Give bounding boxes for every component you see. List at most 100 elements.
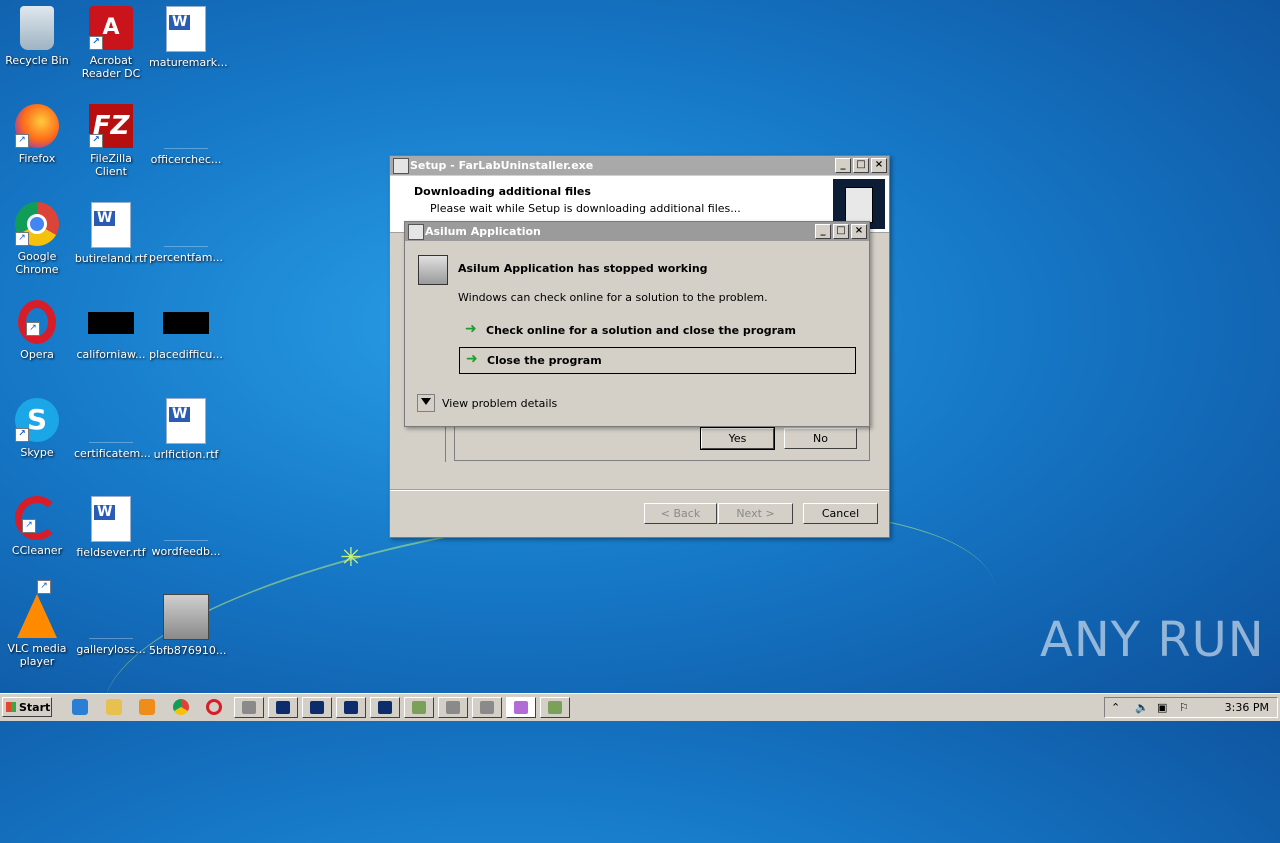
desktop-icon-label: maturemark...: [149, 56, 228, 69]
blank-file-icon: [89, 398, 133, 443]
desktop-icon-label: Opera: [20, 348, 54, 361]
maximize-button[interactable]: □: [833, 224, 849, 239]
close-button[interactable]: ×: [851, 224, 867, 239]
desktop-icon[interactable]: FZ ↗ FileZilla Client: [74, 104, 148, 178]
taskbar-item-cmd[interactable]: [370, 697, 400, 718]
desktop-icon[interactable]: percentfam...: [149, 202, 223, 264]
back-button[interactable]: < Back: [644, 503, 717, 524]
taskbar-item-cmd[interactable]: [302, 697, 332, 718]
desktop-icon[interactable]: Wmaturemark...: [149, 6, 228, 69]
desktop-icon[interactable]: ↗ VLC media player: [0, 580, 74, 668]
opera-icon: ↗: [18, 300, 56, 344]
word-doc-icon: W: [91, 496, 131, 542]
volume-icon[interactable]: 🔈: [1135, 701, 1149, 714]
ccleaner-icon: ↗: [15, 496, 59, 540]
desktop-icon-label: 5bfb876910...: [149, 644, 227, 657]
desktop-icon[interactable]: Wfieldsever.rtf: [74, 496, 148, 559]
recycle-bin-icon: [20, 6, 54, 50]
desktop-icon[interactable]: ↗ Google Chrome: [0, 202, 74, 276]
word-doc-icon: W: [166, 6, 206, 52]
error-app-large-icon: [418, 255, 448, 285]
setup-inner-panel-side: [445, 426, 454, 462]
error-title: Asilum Application: [425, 225, 541, 238]
wallpaper-sparkle: ✳: [340, 543, 362, 573]
desktop-icon[interactable]: certificatem...: [74, 398, 151, 460]
desktop-icon[interactable]: A ↗ Acrobat Reader DC: [74, 6, 148, 80]
media-player-icon[interactable]: [139, 699, 155, 715]
explorer-icon[interactable]: [106, 699, 122, 715]
minimize-button[interactable]: _: [835, 158, 851, 173]
desktop-icon[interactable]: placedifficu...: [149, 300, 223, 361]
error-titlebar[interactable]: Asilum Application _ □ ×: [405, 222, 869, 241]
clock[interactable]: 3:36 PM: [1225, 701, 1269, 714]
close-program-option[interactable]: ➜ Close the program: [459, 347, 856, 374]
desktop-icon-label: Firefox: [18, 152, 56, 165]
taskbar-item-app[interactable]: [404, 697, 434, 718]
cancel-button[interactable]: Cancel: [803, 503, 878, 524]
taskbar-item-setup[interactable]: [438, 697, 468, 718]
black-file-icon: [88, 312, 134, 334]
taskbar-item-notes[interactable]: [506, 697, 536, 718]
start-label: Start: [19, 701, 51, 714]
desktop-icon-label: percentfam...: [149, 251, 223, 264]
taskbar-item-app[interactable]: [540, 697, 570, 718]
desktop-icon-label: urlfiction.rtf: [153, 448, 219, 461]
show-hidden-icons-icon[interactable]: ⌃: [1111, 701, 1120, 714]
desktop-icon[interactable]: 5bfb876910...: [149, 594, 227, 657]
desktop-icon-label: VLC media player: [7, 642, 67, 668]
check-online-option[interactable]: ➜ Check online for a solution and close …: [459, 320, 857, 342]
desktop-icon[interactable]: ↗ CCleaner: [0, 496, 74, 557]
chrome-icon: ↗: [15, 202, 59, 246]
no-button[interactable]: No: [784, 428, 857, 449]
desktop-icon[interactable]: californiaw...: [74, 300, 148, 361]
desktop-icon[interactable]: Wurlfiction.rtf: [149, 398, 223, 461]
view-details-toggle[interactable]: [417, 394, 435, 412]
opera-icon[interactable]: [206, 699, 222, 715]
shortcut-arrow-icon: ↗: [26, 322, 40, 336]
error-heading: Asilum Application has stopped working: [458, 262, 708, 275]
desktop-icon[interactable]: ↗ Firefox: [0, 104, 74, 165]
blank-file-icon: [89, 594, 133, 639]
desktop-icon[interactable]: S ↗ Skype: [0, 398, 74, 459]
desktop-icon[interactable]: officerchec...: [149, 104, 223, 166]
desktop-icon-label: certificatem...: [74, 447, 151, 460]
taskbar-item-cmd[interactable]: [336, 697, 366, 718]
start-button[interactable]: Start: [2, 697, 52, 717]
desktop-icon[interactable]: wordfeedb...: [149, 496, 223, 558]
desktop-icon[interactable]: Recycle Bin: [0, 6, 74, 67]
firefox-icon: ↗: [15, 104, 59, 148]
minimize-button[interactable]: _: [815, 224, 831, 239]
desktop-icon[interactable]: galleryloss...: [74, 594, 148, 656]
shortcut-arrow-icon: ↗: [15, 428, 29, 442]
blank-file-icon: [164, 104, 208, 149]
black-file-icon: [163, 312, 209, 334]
watermark: ANY RUN: [1040, 612, 1265, 668]
network-icon[interactable]: ▣: [1157, 701, 1167, 714]
word-doc-icon: W: [91, 202, 131, 248]
taskbar-item-cmd[interactable]: [268, 697, 298, 718]
taskbar: Start ⌃ 🔈 ▣ ⚐ 3:36 PM: [0, 693, 1280, 721]
shortcut-arrow-icon: ↗: [15, 232, 29, 246]
view-details-label[interactable]: View problem details: [442, 397, 557, 410]
vlc-icon: ↗: [17, 580, 57, 638]
chrome-icon[interactable]: [173, 699, 189, 715]
yes-button[interactable]: Yes: [700, 427, 775, 450]
maximize-button[interactable]: □: [853, 158, 869, 173]
close-button[interactable]: ×: [871, 158, 887, 173]
error-dialog: Asilum Application _ □ × Asilum Applicat…: [404, 221, 870, 427]
desktop-icon[interactable]: Wbutireland.rtf: [74, 202, 148, 265]
close-program-label: Close the program: [487, 354, 602, 367]
desktop-icon-label: Acrobat Reader DC: [81, 54, 141, 80]
next-button[interactable]: Next >: [718, 503, 793, 524]
taskbar-item-setup[interactable]: [234, 697, 264, 718]
taskbar-item-setup[interactable]: [472, 697, 502, 718]
desktop-icon-label: officerchec...: [150, 153, 222, 166]
chevron-down-icon: [421, 398, 431, 405]
skype-icon: S ↗: [15, 398, 59, 442]
setup-app-icon: [393, 158, 409, 174]
setup-titlebar[interactable]: Setup - FarLabUninstaller.exe _ □ ×: [390, 156, 889, 175]
desktop-icon-label: Google Chrome: [15, 250, 59, 276]
action-center-flag-icon[interactable]: ⚐: [1179, 701, 1189, 714]
ie-icon[interactable]: [72, 699, 88, 715]
desktop-icon[interactable]: ↗ Opera: [0, 300, 74, 361]
